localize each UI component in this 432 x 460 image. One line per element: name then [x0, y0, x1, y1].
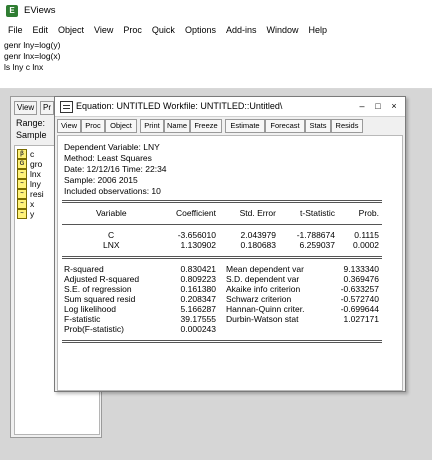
divider	[62, 256, 382, 257]
menu-edit[interactable]: Edit	[28, 25, 54, 35]
divider	[62, 202, 382, 203]
workfile-object-item[interactable]: ~ lny	[17, 179, 41, 189]
equation-window-icon	[60, 101, 73, 113]
workfile-sample-label: Sample	[16, 130, 47, 140]
menu-file[interactable]: File	[3, 25, 28, 35]
proc-button[interactable]: Proc	[81, 119, 105, 133]
estimation-output: Dependent Variable: LNY Method: Least Sq…	[57, 135, 403, 391]
object-button[interactable]: Object	[105, 119, 137, 133]
method-line: Method: Least Squares	[64, 153, 152, 163]
equation-window[interactable]: Equation: UNTITLED Workfile: UNTITLED::U…	[54, 96, 406, 392]
column-header-variable: Variable	[96, 208, 127, 218]
maximize-icon[interactable]: □	[373, 101, 383, 111]
workfile-object-item[interactable]: G gro	[17, 159, 42, 169]
menu-add-ins[interactable]: Add-ins	[221, 25, 262, 35]
divider	[62, 200, 382, 201]
close-icon[interactable]: ×	[389, 101, 399, 111]
series-icon: ~	[17, 209, 27, 219]
command-line: genr lnx=log(x)	[4, 51, 61, 61]
eviews-logo-icon: E	[6, 5, 18, 17]
equation-title: Equation: UNTITLED Workfile: UNTITLED::U…	[76, 101, 283, 111]
divider	[62, 342, 382, 343]
workfile-object-item[interactable]: ~ y	[17, 209, 34, 219]
minimize-icon[interactable]: –	[357, 101, 367, 111]
menu-view[interactable]: View	[89, 25, 118, 35]
stats-button[interactable]: Stats	[305, 119, 331, 133]
freeze-button[interactable]: Freeze	[190, 119, 222, 133]
column-header-t-statistic: t-Statistic	[300, 208, 335, 218]
menu-proc[interactable]: Proc	[118, 25, 147, 35]
divider	[62, 340, 382, 341]
coef-icon: β	[17, 149, 27, 159]
menu-quick[interactable]: Quick	[147, 25, 180, 35]
command-line: genr lny=log(y)	[4, 40, 61, 50]
divider	[62, 224, 382, 225]
view-button[interactable]: View	[57, 119, 81, 133]
menu-options[interactable]: Options	[180, 25, 221, 35]
series-icon: ~	[17, 179, 27, 189]
command-line: ls lny c lnx	[4, 62, 44, 72]
workfile-object-item[interactable]: ~ x	[17, 199, 34, 209]
name-button[interactable]: Name	[164, 119, 190, 133]
workfile-object-item[interactable]: β c	[17, 149, 34, 159]
menu-bar: File Edit Object View Proc Quick Options…	[0, 22, 432, 38]
observations-line: Included observations: 10	[64, 186, 161, 196]
series-icon: ~	[17, 189, 27, 199]
menu-object[interactable]: Object	[53, 25, 89, 35]
sample-line: Sample: 2006 2015	[64, 175, 138, 185]
forecast-button[interactable]: Forecast	[265, 119, 305, 133]
workfile-view-button[interactable]: View	[14, 101, 38, 115]
divider	[62, 258, 382, 259]
workfile-range-label: Range:	[16, 118, 46, 128]
workfile-object-item[interactable]: ~ resi	[17, 189, 44, 199]
workfile-proc-button[interactable]: Pr	[40, 101, 54, 115]
resids-button[interactable]: Resids	[331, 119, 363, 133]
command-window[interactable]: genr lny=log(y) genr lnx=log(x) ls lny c…	[0, 38, 432, 89]
dependent-variable-line: Dependent Variable: LNY	[64, 142, 160, 152]
print-button[interactable]: Print	[140, 119, 164, 133]
menu-window[interactable]: Window	[261, 25, 303, 35]
app-title: EViews	[24, 5, 56, 16]
equation-toolbar: View Proc Object Print Name Freeze Estim…	[57, 119, 403, 133]
series-icon: ~	[17, 199, 27, 209]
column-header-prob: Prob.	[358, 208, 379, 218]
menu-help[interactable]: Help	[304, 25, 333, 35]
column-header-std-error: Std. Error	[239, 208, 276, 218]
equation-title-bar[interactable]: Equation: UNTITLED Workfile: UNTITLED::U…	[55, 97, 405, 117]
estimate-button[interactable]: Estimate	[225, 119, 265, 133]
app-title-bar: E EViews	[0, 0, 432, 23]
workfile-object-item[interactable]: ~ lnx	[17, 169, 41, 179]
date-time-line: Date: 12/12/16 Time: 22:34	[64, 164, 167, 174]
column-header-coefficient: Coefficient	[175, 208, 216, 218]
group-icon: G	[17, 159, 27, 169]
series-icon: ~	[17, 169, 27, 179]
